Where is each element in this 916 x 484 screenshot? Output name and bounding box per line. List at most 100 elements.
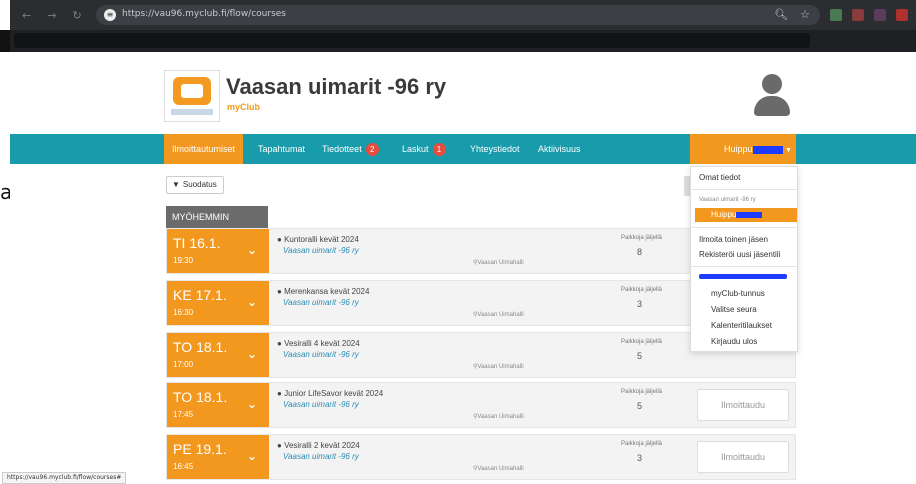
club-logo[interactable] <box>164 70 220 122</box>
course-org[interactable]: Vaasan uimarit -96 ry <box>283 298 359 307</box>
address-bar-actions: 🔍︎ ☆ <box>774 8 810 21</box>
spots-count: 5 <box>637 401 643 411</box>
redaction <box>736 211 763 218</box>
course-time: 16:45 <box>173 462 194 471</box>
browser-toolbar: ← → ↻ ≡ https://vau96.myclub.fi/flow/cou… <box>10 0 916 30</box>
site-info-icon[interactable]: ≡ <box>104 9 116 21</box>
course-row[interactable]: PE 19.1. 16:45 ⌄ ● Vesiralli 2 kevät 202… <box>166 434 796 480</box>
register-button[interactable]: Ilmoittaudu <box>697 389 789 421</box>
menu-item-register-new[interactable]: Rekisteröi uusi jäsentili <box>699 250 780 259</box>
back-icon[interactable]: ← <box>22 9 31 22</box>
extensions <box>830 9 908 21</box>
menu-item-choose-club[interactable]: Valitse seura <box>711 305 757 314</box>
user-menu-button[interactable]: Huippu ▼ <box>690 134 796 164</box>
date-box: KE 17.1. 16:30 ⌄ <box>167 281 269 325</box>
left-edge <box>0 0 10 484</box>
spots-label: Paikkoja jäljellä <box>621 389 663 395</box>
course-location: ⚲Vaasan Uimahalli <box>473 414 524 420</box>
caret-down-icon: ▼ <box>785 147 792 154</box>
zoom-icon[interactable]: 🔍︎ <box>774 8 788 21</box>
tab-aktiivisuus[interactable]: Aktiivisuus <box>530 134 589 164</box>
spots-count: 5 <box>637 351 643 361</box>
extension-icon[interactable] <box>852 9 864 21</box>
spots-label: Paikkoja jäljellä <box>621 441 663 447</box>
menu-item-myclub-id[interactable]: myClub-tunnus <box>711 289 765 298</box>
reload-icon[interactable]: ↻ <box>72 9 81 22</box>
menu-club-label: Vaasan uimarit -96 ry <box>699 197 756 203</box>
date-box: TO 18.1. 17:45 ⌄ <box>167 383 269 427</box>
chevron-down-icon[interactable]: ⌄ <box>247 347 257 361</box>
spots-label: Paikkoja jäljellä <box>621 235 663 241</box>
chevron-down-icon[interactable]: ⌄ <box>247 243 257 257</box>
menu-item-selected-member[interactable]: Huippu <box>695 208 797 222</box>
course-org[interactable]: Vaasan uimarit -96 ry <box>283 246 359 255</box>
menu-item-calendar-orders[interactable]: Kalenteritilaukset <box>711 321 772 330</box>
browser-nav: ← → ↻ <box>22 9 82 22</box>
menu-item-add-member[interactable]: Ilmoita toinen jäsen <box>699 235 768 244</box>
tab-ilmoittautumiset[interactable]: Ilmoittautumiset <box>164 134 244 164</box>
filter-icon: ▼ <box>172 180 180 189</box>
chevron-down-icon[interactable]: ⌄ <box>247 397 257 411</box>
course-day: TO 18.1. <box>173 389 228 405</box>
notification-badge: 1 <box>432 143 446 157</box>
course-time: 17:45 <box>173 410 194 419</box>
extension-icon[interactable] <box>874 9 886 21</box>
forward-icon[interactable]: → <box>47 9 56 22</box>
course-day: PE 19.1. <box>173 441 227 457</box>
extension-icon[interactable] <box>830 9 842 21</box>
course-time: 16:30 <box>173 308 194 317</box>
course-org[interactable]: Vaasan uimarit -96 ry <box>283 452 359 461</box>
site: Vaasan uimarit -96 ry myClub Ilmoittautu… <box>10 52 916 484</box>
course-org[interactable]: Vaasan uimarit -96 ry <box>283 350 359 359</box>
extension-icon[interactable] <box>896 9 908 21</box>
spots-label: Paikkoja jäljellä <box>621 287 663 293</box>
tab-yhteystiedot[interactable]: Yhteystiedot <box>462 134 528 164</box>
course-day: KE 17.1. <box>173 287 227 303</box>
course-location: ⚲Vaasan Uimahalli <box>473 364 524 370</box>
spots-count: 3 <box>637 299 643 309</box>
notification-badge: 2 <box>365 143 379 157</box>
member-name: Huippu <box>711 210 737 219</box>
filter-label: Suodatus <box>182 180 217 189</box>
address-bar[interactable]: ≡ https://vau96.myclub.fi/flow/courses 🔍… <box>96 5 820 25</box>
course-org[interactable]: Vaasan uimarit -96 ry <box>283 400 359 409</box>
tab-tiedotteet[interactable]: Tiedotteet 2 <box>314 134 387 164</box>
course-time: 19:30 <box>173 256 194 265</box>
bookmark-star-icon[interactable]: ☆ <box>800 8 810 21</box>
course-location: ⚲Vaasan Uimahalli <box>473 312 524 318</box>
chevron-down-icon[interactable]: ⌄ <box>247 295 257 309</box>
user-name: Huippu <box>724 144 753 154</box>
bookmarks-bar <box>10 30 916 52</box>
chevron-down-icon[interactable]: ⌄ <box>247 449 257 463</box>
url-text[interactable]: https://vau96.myclub.fi/flow/courses <box>122 9 286 19</box>
course-title: ● Vesiralli 2 kevät 2024 <box>277 441 360 450</box>
club-name: Vaasan uimarit -96 ry <box>226 74 447 99</box>
course-row[interactable]: TO 18.1. 17:45 ⌄ ● Junior LifeSavor kevä… <box>166 382 796 428</box>
date-box: TO 18.1. 17:00 ⌄ <box>167 333 269 377</box>
tab-label: Aktiivisuus <box>538 144 581 154</box>
date-box: TI 16.1. 19:30 ⌄ <box>167 229 269 273</box>
section-header: MYÖHEMMIN <box>166 206 268 228</box>
register-button[interactable]: Ilmoittaudu <box>697 441 789 473</box>
course-location: ⚲Vaasan Uimahalli <box>473 260 524 266</box>
tab-label: Tapahtumat <box>258 144 306 154</box>
redacted-email <box>699 274 787 279</box>
menu-item-own-info[interactable]: Omat tiedot <box>699 173 740 182</box>
date-box: PE 19.1. 16:45 ⌄ <box>167 435 269 479</box>
course-title: ● Vesiralli 4 kevät 2024 <box>277 339 360 348</box>
user-dropdown-menu: Omat tiedot Vaasan uimarit -96 ry Huippu… <box>690 166 798 352</box>
course-title: ● Kuntoralli kevät 2024 <box>277 235 359 244</box>
tab-label: Ilmoittautumiset <box>172 144 236 154</box>
filter-button[interactable]: ▼ Suodatus <box>166 176 224 194</box>
course-time: 17:00 <box>173 360 194 369</box>
page: a ← → ↻ ≡ https://vau96.myclub.fi/flow/c… <box>0 0 916 484</box>
tab-tapahtumat[interactable]: Tapahtumat <box>250 134 313 164</box>
menu-item-logout[interactable]: Kirjaudu ulos <box>711 337 757 346</box>
course-day: TO 18.1. <box>173 339 228 355</box>
avatar-icon[interactable] <box>750 74 794 118</box>
tab-laskut[interactable]: Laskut 1 <box>394 134 454 164</box>
course-day: TI 16.1. <box>173 235 221 251</box>
redaction <box>752 145 783 154</box>
course-location: ⚲Vaasan Uimahalli <box>473 466 524 472</box>
main-nav: Ilmoittautumiset Tapahtumat Tiedotteet 2 … <box>10 134 916 164</box>
